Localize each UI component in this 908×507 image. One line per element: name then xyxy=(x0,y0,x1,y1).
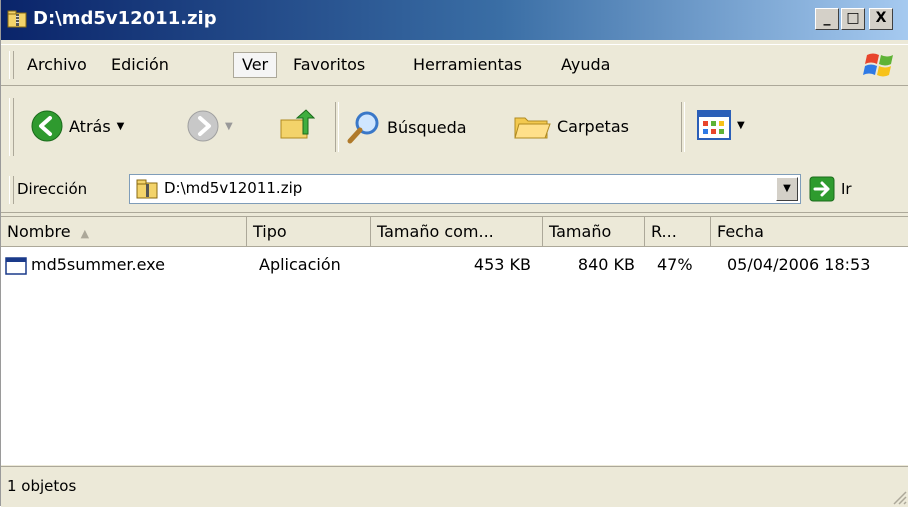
zip-folder-icon xyxy=(136,179,158,199)
views-dropdown-icon[interactable]: ▼ xyxy=(737,120,745,131)
folders-icon xyxy=(514,117,551,139)
zip-folder-icon xyxy=(7,10,27,28)
cell-name: md5summer.exe xyxy=(31,255,165,274)
minimize-button[interactable]: _ xyxy=(815,8,839,30)
cell-type: Aplicación xyxy=(259,255,341,274)
menu-ver[interactable]: Ver xyxy=(233,52,278,78)
column-header-ratio[interactable]: R... xyxy=(645,217,711,247)
views-icon xyxy=(697,110,731,140)
up-folder-button[interactable] xyxy=(279,108,315,142)
close-button[interactable]: X xyxy=(869,8,893,30)
resize-grip-icon[interactable] xyxy=(891,489,907,505)
forward-dropdown-icon[interactable]: ▼ xyxy=(225,121,233,132)
back-label: Atrás xyxy=(69,116,111,136)
title-bar[interactable]: D:\md5v12011.zip _ □ X xyxy=(1,0,908,40)
maximize-button[interactable]: □ xyxy=(841,8,865,30)
window-title: D:\md5v12011.zip xyxy=(33,8,217,29)
cell-date: 05/04/2006 18:53 xyxy=(727,255,871,274)
explorer-window: D:\md5v12011.zip _ □ X Archivo Edición V… xyxy=(0,0,908,507)
back-button[interactable]: Atrás ▼ xyxy=(31,110,124,142)
address-label: Dirección xyxy=(17,180,88,198)
sort-ascending-icon: ▲ xyxy=(80,227,90,240)
column-header-compressed-size[interactable]: Tamaño com... xyxy=(371,217,543,247)
go-label: Ir xyxy=(841,180,852,198)
status-text: 1 objetos xyxy=(7,477,77,495)
file-list[interactable]: Nombre ▲ Tipo Tamaño com... Tamaño R... F… xyxy=(1,216,908,465)
column-header-size[interactable]: Tamaño xyxy=(543,217,645,247)
address-bar: Dirección D:\md5v12011.zip ▼ Ir xyxy=(1,168,908,213)
menu-edicion[interactable]: Edición xyxy=(103,52,177,78)
menu-archivo[interactable]: Archivo xyxy=(19,52,95,78)
menu-ayuda[interactable]: Ayuda xyxy=(553,52,618,78)
toolbar-grip[interactable] xyxy=(9,98,14,156)
addressbar-grip[interactable] xyxy=(9,176,14,204)
menu-herramientas[interactable]: Herramientas xyxy=(405,52,530,78)
address-dropdown-button[interactable]: ▼ xyxy=(776,177,798,201)
cell-compressed-size: 453 KB xyxy=(473,255,531,274)
forward-button[interactable]: ▼ xyxy=(187,110,233,142)
search-icon xyxy=(347,111,379,144)
column-header-date[interactable]: Fecha xyxy=(711,217,908,247)
toolbar-separator xyxy=(681,102,685,152)
views-button[interactable]: ▼ xyxy=(697,110,745,140)
toolbar-separator xyxy=(335,102,339,152)
up-folder-icon xyxy=(280,109,315,139)
forward-arrow-icon xyxy=(187,110,219,142)
go-button[interactable]: Ir xyxy=(809,176,852,202)
back-arrow-icon xyxy=(31,110,63,142)
address-input[interactable]: D:\md5v12011.zip xyxy=(164,179,302,197)
search-button[interactable]: Búsqueda xyxy=(347,110,467,144)
column-header-name[interactable]: Nombre ▲ xyxy=(1,217,247,247)
windows-logo-icon xyxy=(863,53,893,77)
folders-label: Carpetas xyxy=(557,116,629,136)
standard-toolbar: Atrás ▼ ▼ Búsqueda Carpetas ▼ xyxy=(1,88,908,169)
menu-bar: Archivo Edición Ver Favoritos Herramient… xyxy=(1,44,908,86)
go-arrow-icon xyxy=(809,176,835,202)
search-label: Búsqueda xyxy=(387,117,467,137)
column-header-type[interactable]: Tipo xyxy=(247,217,371,247)
cell-ratio: 47% xyxy=(657,255,693,274)
back-dropdown-icon[interactable]: ▼ xyxy=(117,121,125,132)
status-bar: 1 objetos xyxy=(1,466,908,507)
column-label-name: Nombre xyxy=(7,222,71,241)
menubar-grip[interactable] xyxy=(9,51,14,79)
cell-size: 840 KB xyxy=(577,255,635,274)
application-file-icon xyxy=(5,257,27,275)
address-field[interactable]: D:\md5v12011.zip ▼ xyxy=(129,174,801,204)
menu-favoritos[interactable]: Favoritos xyxy=(285,52,373,78)
folders-button[interactable]: Carpetas xyxy=(513,110,629,142)
